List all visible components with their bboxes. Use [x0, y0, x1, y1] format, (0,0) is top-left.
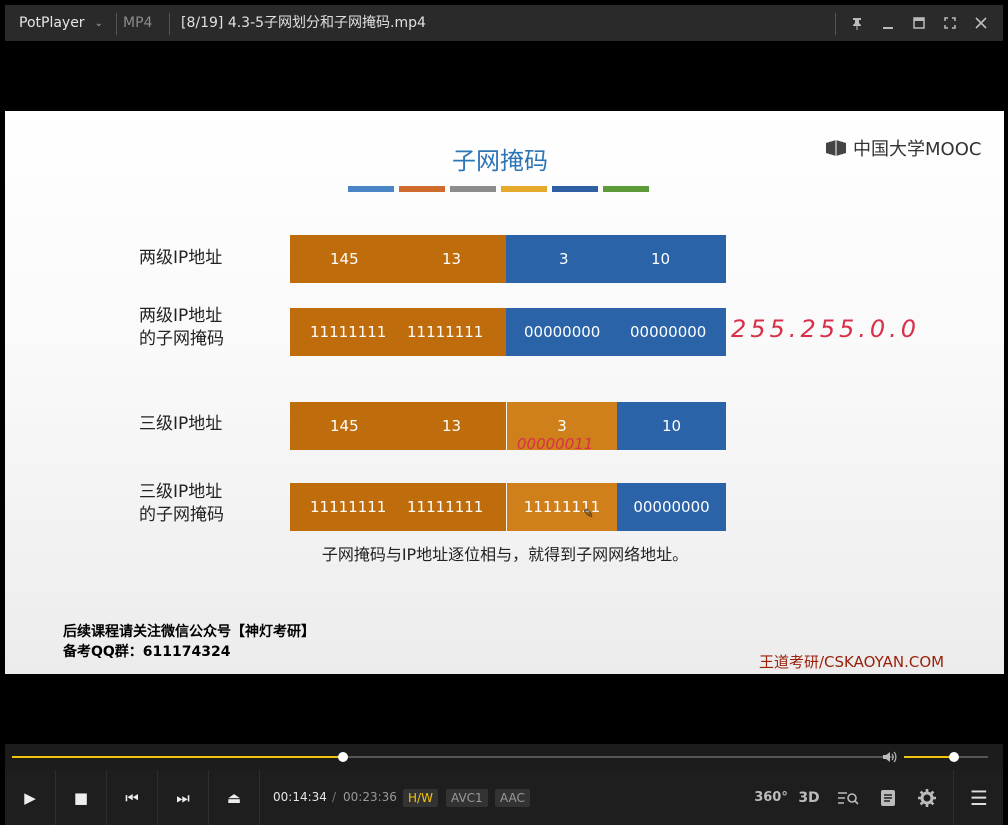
- octet-4: 10: [661, 417, 682, 435]
- 3d-button[interactable]: 3D: [795, 770, 823, 825]
- ip-segment-blue: 3 10: [506, 235, 726, 283]
- pin-icon[interactable]: [842, 5, 872, 41]
- divider: [169, 13, 170, 35]
- maximize-icon[interactable]: [904, 5, 934, 41]
- mask-segment-blue: 00000000: [617, 483, 726, 531]
- mask-octet-4: 00000000: [633, 498, 710, 516]
- ip-segment-orange: 145 13: [290, 402, 506, 450]
- volume-slider[interactable]: [904, 752, 988, 762]
- watermark: 王道考研/CSKAOYAN.COM: [759, 653, 945, 671]
- qq-group-notice: 备考QQ群：611174324: [63, 644, 231, 660]
- previous-button[interactable]: ⏮: [107, 770, 157, 825]
- mask-segment-orange: 11111111 11111111: [290, 483, 506, 531]
- volume-level: [904, 756, 955, 758]
- seek-progress: [12, 756, 343, 758]
- minimize-icon[interactable]: [873, 5, 903, 41]
- app-menu-button[interactable]: PotPlayer ⌄: [5, 5, 116, 41]
- close-icon[interactable]: [966, 5, 996, 41]
- row-label-line: 两级IP地址: [139, 306, 223, 326]
- chevron-down-icon: ⌄: [94, 17, 103, 29]
- divider: [259, 770, 260, 825]
- mooc-logo-text: 中国大学MOOC: [853, 139, 982, 160]
- mooc-logo-icon: [825, 140, 847, 156]
- playlist-search-icon[interactable]: [834, 770, 862, 825]
- octet-3: 3: [557, 417, 567, 435]
- follow-notice: 后续课程请关注微信公众号【神灯考研】: [63, 624, 315, 640]
- document-icon[interactable]: [874, 770, 902, 825]
- octet-2: 13: [442, 250, 462, 268]
- seek-area: [5, 744, 1003, 770]
- time-current: 00:14:34: [273, 790, 327, 804]
- row-label: 三级IP地址 的子网掩码: [139, 481, 224, 527]
- mask-segment-blue: 00000000 00000000: [506, 308, 726, 356]
- divider: [835, 13, 836, 35]
- mask-octet-3: 00000000: [524, 323, 601, 341]
- octet-2: 13: [442, 417, 462, 435]
- volume-handle[interactable]: [949, 752, 960, 762]
- mask-octet-1: 11111111: [310, 498, 387, 516]
- seek-handle[interactable]: [337, 752, 348, 762]
- mask-octet-4: 00000000: [630, 323, 707, 341]
- next-button[interactable]: ⏭: [158, 770, 208, 825]
- row-label: 两级IP地址 的子网掩码: [139, 305, 224, 351]
- mask-subnet-segment: 11111111: [507, 483, 617, 531]
- mask-octet-2: 11111111: [407, 323, 484, 341]
- hw-decode-badge[interactable]: H/W: [403, 789, 438, 807]
- menu-icon[interactable]: ☰: [965, 770, 993, 825]
- ip-segment-blue: 10: [617, 402, 726, 450]
- handwritten-bits: 00000011: [517, 435, 594, 453]
- vr-360-button[interactable]: 360°: [754, 770, 788, 825]
- divider: [116, 13, 117, 35]
- seek-bar[interactable]: [12, 752, 894, 762]
- title-bar: PotPlayer ⌄ MP4 [8/19] 4.3-5子网划分和子网掩码.mp…: [0, 0, 1008, 48]
- accent-bar: [450, 186, 496, 192]
- slide-caption: 子网掩码与IP地址逐位相与，就得到子网网络地址。: [321, 545, 689, 564]
- ip-segment-orange: 145 13: [290, 235, 506, 283]
- video-codec-badge[interactable]: AVC1: [446, 789, 488, 807]
- row-label: 三级IP地址: [139, 414, 223, 434]
- window-title: [8/19] 4.3-5子网划分和子网掩码.mp4: [181, 15, 426, 31]
- accent-bar: [552, 186, 598, 192]
- handwritten-mask: 255.255.0.0: [731, 315, 921, 343]
- video-frame[interactable]: 子网掩码 中国大学MOOC 两级IP地址 145 13 3 10 两级IP地址 …: [5, 111, 1004, 674]
- app-name: PotPlayer: [19, 15, 85, 31]
- row-label-line: 三级IP地址: [139, 482, 223, 502]
- play-button[interactable]: ▶: [5, 770, 55, 825]
- mask-octet-1: 11111111: [310, 323, 387, 341]
- control-bar: ▶ ■ ⏮ ⏭ ⏏ 00:14:34 / 00:23:36 H/W AVC1 A…: [5, 770, 1003, 825]
- eject-button[interactable]: ⏏: [209, 770, 259, 825]
- pen-cursor-icon: ✎: [583, 507, 594, 522]
- divider: [953, 770, 954, 825]
- mask-segment-orange: 11111111 11111111: [290, 308, 506, 356]
- row-label-line: 的子网掩码: [139, 329, 224, 349]
- format-label: MP4: [123, 15, 153, 31]
- accent-bar: [501, 186, 547, 192]
- row-label: 两级IP地址: [139, 248, 223, 268]
- octet-4: 10: [651, 250, 671, 268]
- mask-octet-2: 11111111: [407, 498, 484, 516]
- volume-icon[interactable]: [881, 749, 897, 769]
- accent-bar: [399, 186, 445, 192]
- accent-bar: [603, 186, 649, 192]
- octet-3: 3: [559, 250, 569, 268]
- row-label-line: 的子网掩码: [139, 505, 224, 525]
- title-bar-inner: PotPlayer ⌄ MP4 [8/19] 4.3-5子网划分和子网掩码.mp…: [5, 5, 1003, 41]
- time-total[interactable]: 00:23:36: [343, 770, 397, 825]
- mooc-logo: 中国大学MOOC: [825, 135, 981, 161]
- octet-1: 145: [330, 417, 359, 435]
- accent-bar: [348, 186, 394, 192]
- octet-1: 145: [330, 250, 359, 268]
- gear-icon[interactable]: [913, 770, 941, 825]
- audio-codec-badge[interactable]: AAC: [495, 789, 530, 807]
- time-separator: /: [332, 790, 337, 804]
- stop-button[interactable]: ■: [56, 770, 106, 825]
- fullscreen-icon[interactable]: [935, 5, 965, 41]
